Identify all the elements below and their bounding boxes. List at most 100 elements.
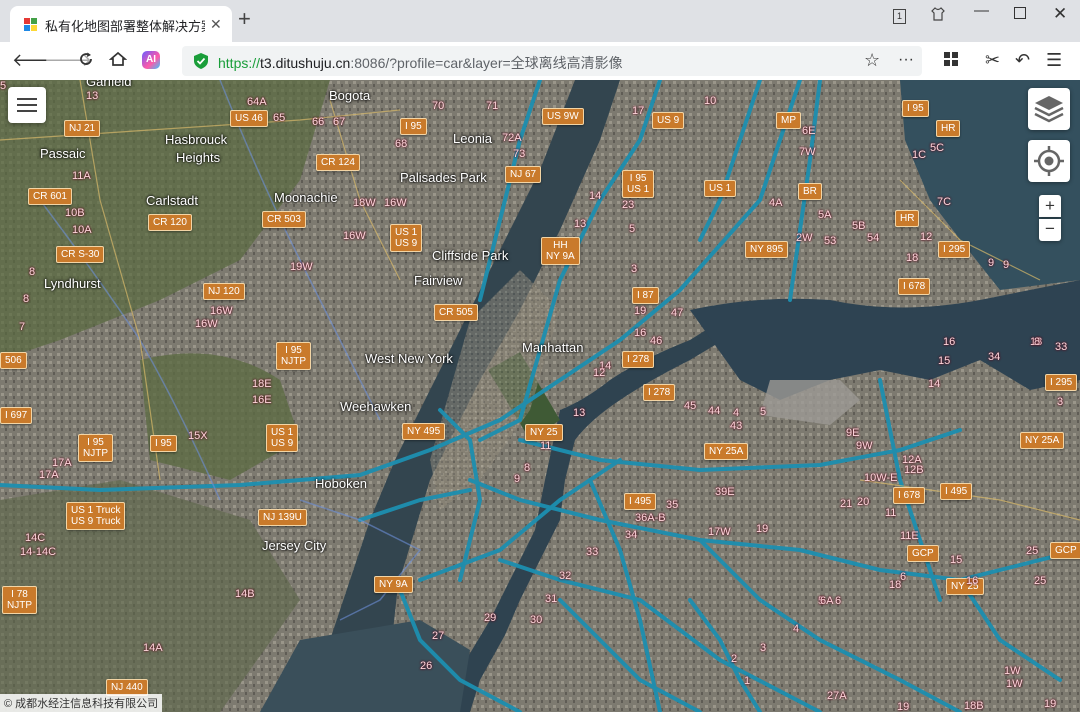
exit-number: 5 [629,223,636,235]
place-label: Jersey City [262,538,327,553]
exit-number: 14A [143,642,163,654]
exit-number: 18 [906,252,919,264]
route-shield: I 278 [622,351,655,368]
exit-number: 19W [290,261,313,273]
exit-number: 18B [964,700,984,712]
zoom-in-button[interactable]: + [1039,195,1061,217]
route-shield: I 87 [632,287,659,304]
address-bar[interactable]: https://t3.ditushuju.cn:8086/?profile=ca… [182,46,922,76]
exit-number: 67 [333,116,346,128]
layers-icon [1034,96,1064,123]
exit-number: 44 [708,405,721,417]
exit-number: 19 [756,523,769,535]
exit-number: 33 [586,546,599,558]
exit-number: 71 [486,100,499,112]
exit-number: 68 [395,138,408,150]
place-label: Hasbrouck [165,132,228,147]
new-tab-icon[interactable]: + [238,8,251,30]
browser-tab[interactable]: 私有化地图部署整体解决方案 ✕ [10,6,232,42]
map-menu-button[interactable] [8,87,46,123]
exit-number: 26 [420,660,433,672]
exit-number: 1 [744,675,751,687]
map-view[interactable]: Hasbrouck Heights Passaic Carlstadt Moonachi… [0,80,1080,712]
route-shield: NY 895 [745,241,789,258]
home-icon[interactable] [108,50,128,72]
route-shield: NY 25 [525,424,563,441]
browser-titlebar: 私有化地图部署整体解决方案 ✕ + 1 — ✕ [0,0,1080,42]
route-shield: HR [895,210,920,227]
exit-number: 29 [484,612,497,624]
route-shield: I 95 [400,118,427,135]
exit-number: 10W-E [864,472,898,484]
exit-number: 54 [867,232,880,244]
route-shield: US 1 US 9 [390,224,423,252]
exit-number: 21 [840,498,853,510]
exit-number: 8 [29,266,36,278]
exit-number: 16W [384,197,407,209]
menu-icon[interactable]: ☰ [1046,50,1062,70]
tab-close-icon[interactable]: ✕ [210,16,222,33]
zoom-out-button[interactable]: − [1039,219,1061,241]
url-rest: :8086/?profile=car&layer=全球离线高清影像 [350,55,623,71]
layer-switch-button[interactable] [1028,88,1070,130]
place-label: Weehawken [340,399,412,414]
exit-number: 36A-B [635,512,666,524]
reload-icon[interactable] [77,50,95,72]
route-shield: US 1 [704,180,737,197]
route-shield: I 78 NJTP [2,586,37,614]
exit-number: 19 [634,305,647,317]
route-shield: I 95 [150,435,177,452]
exit-number: 39E [715,486,735,498]
exit-number: 6 [835,595,842,607]
ai-assistant-icon[interactable]: AI [142,51,160,69]
minimize-icon[interactable]: — [974,2,989,19]
locate-button[interactable] [1028,140,1070,182]
undo-icon[interactable]: ↶ [1015,50,1030,70]
route-shield: NY 9A [374,576,413,593]
close-window-icon[interactable]: ✕ [1053,4,1067,24]
apps-grid-icon[interactable] [944,50,958,70]
route-shield: MP [776,112,801,129]
exit-number: 14-14C [20,546,57,558]
skin-icon[interactable] [930,6,946,26]
exit-number: 7 [19,321,26,333]
exit-number: 2W [796,232,813,244]
place-label: Moonachie [274,190,338,205]
exit-number: 9 [514,473,521,485]
exit-number: 3 [1057,396,1064,408]
route-shield: GCP [907,545,939,562]
route-shield: I 697 [0,407,33,424]
more-icon[interactable]: ··· [898,50,914,70]
exit-number: 17W [708,526,731,538]
route-shield: I 295 [1045,374,1078,391]
route-shield: NJ 67 [505,166,542,183]
place-label: Lyndhurst [44,276,101,291]
exit-number: 13 [574,218,587,230]
exit-number: 70 [432,100,445,112]
exit-number: 19 [897,701,910,712]
exit-number: 65 [273,112,286,124]
exit-number: 10B [65,207,85,219]
exit-number: 14B [235,588,255,600]
route-shield: US 1 US 9 [266,424,299,452]
route-shield: CR 124 [316,154,360,171]
exit-number: 5B [852,220,866,232]
exit-number: 16W [210,305,233,317]
exit-number: 9 [988,257,995,269]
locate-icon [1034,146,1064,176]
exit-number: 1W [1006,678,1023,690]
exit-number: 46 [650,335,663,347]
exit-number: 18E [252,378,272,390]
exit-number: 10A [72,224,92,236]
route-shield: 506 [0,352,27,369]
maximize-icon[interactable] [1014,6,1026,23]
route-shield: I 95 [902,100,929,117]
bookmark-star-icon[interactable]: ☆ [864,50,880,70]
exit-number: 15 [938,355,951,367]
exit-number: 11 [885,507,897,519]
exit-number: 1C [912,149,927,161]
tab-count-icon[interactable]: 1 [893,6,906,24]
screenshot-scissors-icon[interactable]: ✂ [985,50,1000,70]
exit-number: 16W [343,230,366,242]
exit-number: 13 [573,407,586,419]
